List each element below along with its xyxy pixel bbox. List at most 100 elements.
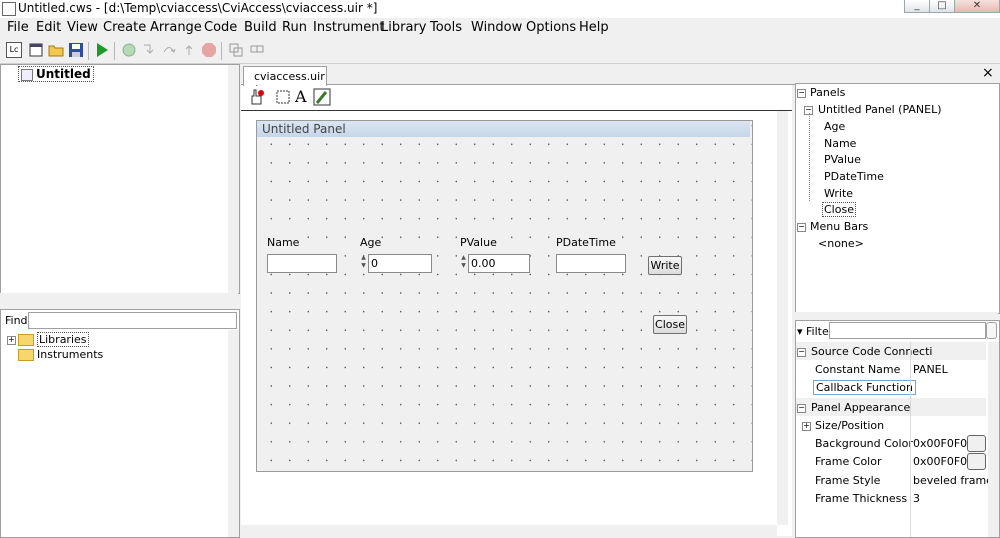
- toolbar-separator: [88, 42, 89, 60]
- size-position-expander[interactable]: +: [802, 419, 813, 432]
- properties-scrollbar[interactable]: [988, 342, 999, 537]
- pdatetime-field[interactable]: [556, 254, 626, 273]
- menu-view[interactable]: View: [67, 20, 98, 35]
- tree-scrollbar[interactable]: [228, 65, 239, 293]
- copy-control-icon[interactable]: [227, 42, 244, 59]
- filter-input[interactable]: [829, 322, 986, 339]
- menu-bar: File Edit View Create Arrange Code Build…: [0, 18, 1000, 38]
- edit-tool-strip: A: [241, 86, 792, 111]
- pdatetime-label: PDateTime: [556, 236, 616, 249]
- toolbar-separator: [114, 42, 115, 60]
- label-icon[interactable]: A: [295, 87, 311, 106]
- panels-root[interactable]: Panels: [810, 86, 845, 99]
- editor-hscrollbar[interactable]: [241, 525, 777, 536]
- frame-style-value[interactable]: beveled frame: [913, 474, 993, 487]
- step-over-icon[interactable]: [160, 42, 177, 59]
- workspace-icon[interactable]: [27, 42, 44, 59]
- select-icon[interactable]: [275, 88, 291, 106]
- panels-expander[interactable]: −: [797, 86, 808, 99]
- frame-color-swatch[interactable]: [967, 453, 986, 470]
- menu-bars-none[interactable]: <none>: [818, 237, 864, 250]
- tree-hscrollbar[interactable]: [0, 293, 238, 304]
- tree-item-libraries[interactable]: + Libraries: [7, 332, 89, 347]
- constant-name-value[interactable]: PANEL: [913, 363, 948, 376]
- stop-icon[interactable]: [200, 42, 217, 59]
- frame-style-label: Frame Style: [815, 474, 881, 487]
- menu-tools[interactable]: Tools: [430, 20, 462, 35]
- close-window-button[interactable]: ✕: [954, 0, 1000, 13]
- write-button[interactable]: Write: [648, 256, 682, 275]
- expand-icon[interactable]: +: [7, 335, 16, 345]
- menu-create[interactable]: Create: [103, 20, 146, 35]
- menu-window[interactable]: Window: [471, 20, 522, 35]
- name-field[interactable]: [267, 254, 337, 273]
- step-out-icon[interactable]: [180, 42, 197, 59]
- background-color-swatch[interactable]: [967, 435, 986, 452]
- tab-cviaccess[interactable]: cviaccess.uir *: [243, 66, 327, 96]
- filter-clear-button[interactable]: [986, 322, 997, 339]
- pvalue-spinner-arrows[interactable]: ▲ ▼: [460, 254, 467, 271]
- save-icon[interactable]: [67, 42, 84, 59]
- tree-control-pdatetime[interactable]: PDateTime: [824, 170, 884, 183]
- tree-control-name[interactable]: Name: [824, 137, 856, 150]
- find-input[interactable]: [28, 312, 237, 329]
- filter-label: ▾ Filter: [797, 325, 834, 338]
- callback-function-label[interactable]: Callback Function: [813, 380, 916, 395]
- maximize-button[interactable]: □: [929, 0, 955, 13]
- folder-icon: [18, 349, 34, 361]
- menu-bars-node[interactable]: Menu Bars: [810, 220, 868, 233]
- menu-build[interactable]: Build: [244, 20, 277, 35]
- size-position-label[interactable]: Size/Position: [815, 419, 884, 432]
- menu-run[interactable]: Run: [282, 20, 307, 35]
- section-panel-appearance[interactable]: Panel Appearance: [811, 401, 910, 414]
- minimize-button[interactable]: _: [904, 0, 930, 13]
- age-field[interactable]: 0: [368, 254, 432, 273]
- color-icon[interactable]: [313, 88, 331, 106]
- project-tree: Untitled: [0, 64, 240, 294]
- untitled-panel[interactable]: [256, 120, 753, 472]
- background-color-label: Background Color: [815, 437, 913, 450]
- window-title: Untitled.cws - [d:\Temp\cviaccess\CviAcc…: [18, 1, 378, 15]
- tree-root-label: Untitled: [36, 67, 91, 81]
- section-source-expander[interactable]: −: [797, 345, 808, 358]
- tree-control-close[interactable]: Close: [822, 202, 856, 217]
- library-scrollbar[interactable]: [228, 330, 239, 537]
- menu-library[interactable]: Library: [381, 20, 426, 35]
- pvalue-field[interactable]: 0.00: [468, 254, 530, 273]
- close-tab-icon[interactable]: ×: [982, 65, 994, 81]
- section-appearance-expander[interactable]: −: [797, 401, 808, 414]
- name-label: Name: [267, 236, 300, 249]
- toolbar: Lc: [0, 39, 1000, 64]
- record-icon[interactable]: [120, 42, 137, 59]
- panels-tree: − Panels − Untitled Panel (PANEL) Age Na…: [795, 83, 1000, 314]
- tree-control-age[interactable]: Age: [824, 120, 845, 133]
- age-spinner-arrows[interactable]: ▲ ▼: [360, 254, 367, 271]
- menu-file[interactable]: File: [7, 20, 29, 35]
- run-icon[interactable]: [93, 42, 110, 59]
- editor-vscrollbar[interactable]: [777, 111, 788, 525]
- toolbar-separator: [221, 42, 222, 60]
- close-button[interactable]: Close: [653, 315, 687, 334]
- frame-thickness-value[interactable]: 3: [913, 492, 920, 505]
- libraries-label: Libraries: [37, 332, 89, 347]
- tree-item-instruments[interactable]: Instruments: [18, 348, 103, 361]
- menu-options[interactable]: Options: [526, 20, 576, 35]
- menu-edit[interactable]: Edit: [36, 20, 61, 35]
- age-label: Age: [360, 236, 382, 249]
- menu-code[interactable]: Code: [204, 20, 237, 35]
- panel-node[interactable]: Untitled Panel (PANEL): [818, 103, 942, 116]
- open-icon[interactable]: [47, 42, 64, 59]
- menu-arrange[interactable]: Arrange: [150, 20, 202, 35]
- tree-root-untitled[interactable]: Untitled: [18, 66, 94, 82]
- tree-control-write[interactable]: Write: [824, 187, 853, 200]
- new-project-icon[interactable]: Lc: [6, 42, 22, 58]
- step-into-icon[interactable]: [140, 42, 157, 59]
- paste-control-icon[interactable]: [248, 42, 265, 59]
- tree-control-pvalue[interactable]: PValue: [824, 153, 861, 166]
- section-source-code[interactable]: Source Code Connecti: [811, 345, 932, 358]
- operate-icon[interactable]: [247, 88, 265, 106]
- menu-instrument[interactable]: Instrument: [313, 20, 385, 35]
- menu-bars-expander[interactable]: −: [797, 220, 808, 233]
- panel-title-bar[interactable]: Untitled Panel: [257, 121, 750, 137]
- menu-help[interactable]: Help: [579, 20, 609, 35]
